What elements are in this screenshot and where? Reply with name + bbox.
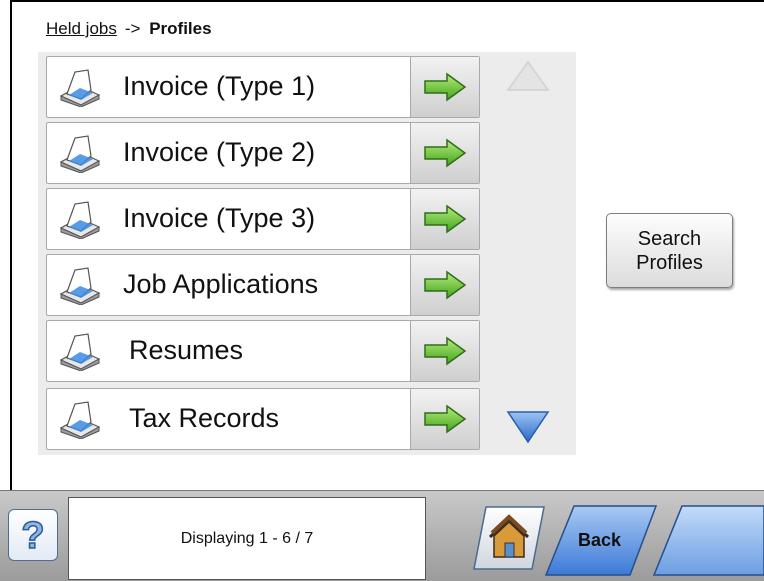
green-arrow-right-icon — [424, 138, 467, 168]
profile-open-button[interactable] — [410, 57, 479, 117]
search-profiles-label: Search Profiles — [636, 227, 703, 274]
status-text: Displaying 1 - 6 / 7 — [180, 529, 314, 547]
profile-row-label: Invoice (Type 1) — [123, 71, 316, 101]
profile-open-button[interactable] — [410, 321, 479, 381]
profile-row-resumes[interactable]: Resumes — [46, 320, 480, 382]
profile-row-label: Tax Records — [129, 403, 280, 433]
printer-panel: Held jobs -> Profiles Invoice (Type 1) I… — [0, 0, 764, 581]
profile-open-button[interactable] — [410, 189, 479, 249]
breadcrumb-held-jobs-link[interactable]: Held jobs — [46, 19, 117, 38]
scanner-icon — [59, 135, 101, 173]
profile-open-button[interactable] — [410, 389, 479, 449]
profile-row-label: Job Applications — [123, 269, 319, 299]
scroll-up-icon[interactable] — [506, 58, 550, 92]
profile-row-body[interactable]: Job Applications — [47, 255, 409, 315]
scanner-icon — [59, 267, 101, 305]
blank-button[interactable] — [652, 503, 764, 577]
scanner-icon — [59, 201, 101, 239]
profile-row-invoice-type-3[interactable]: Invoice (Type 3) — [46, 188, 480, 250]
profile-open-button[interactable] — [410, 123, 479, 183]
breadcrumb-current: Profiles — [149, 19, 212, 38]
profile-row-body[interactable]: Resumes — [47, 321, 409, 381]
scanner-icon — [59, 401, 101, 439]
frame-left-edge — [10, 0, 12, 490]
profile-row-body[interactable]: Invoice (Type 3) — [47, 189, 409, 249]
profile-row-label: Invoice (Type 2) — [123, 137, 316, 167]
back-button-label: Back — [578, 530, 622, 550]
scanner-icon — [59, 333, 101, 371]
profile-row-label: Resumes — [129, 335, 244, 365]
scanner-icon — [59, 69, 101, 107]
status-display: Displaying 1 - 6 / 7 — [68, 497, 426, 580]
home-button[interactable] — [472, 503, 546, 573]
profile-open-button[interactable] — [410, 255, 479, 315]
breadcrumb: Held jobs -> Profiles — [46, 19, 212, 39]
profile-row-label: Invoice (Type 3) — [123, 203, 316, 233]
scroll-down-icon[interactable] — [506, 408, 550, 446]
green-arrow-right-icon — [424, 204, 467, 234]
profile-row-body[interactable]: Invoice (Type 1) — [47, 57, 409, 117]
green-arrow-right-icon — [424, 336, 467, 366]
search-profiles-button[interactable]: Search Profiles — [606, 213, 733, 288]
green-arrow-right-icon — [424, 270, 467, 300]
question-mark-icon: ? — [21, 515, 46, 555]
profile-row-invoice-type-1[interactable]: Invoice (Type 1) — [46, 56, 480, 118]
profile-row-invoice-type-2[interactable]: Invoice (Type 2) — [46, 122, 480, 184]
breadcrumb-separator: -> — [124, 19, 141, 38]
green-arrow-right-icon — [424, 404, 467, 434]
frame-top-edge — [10, 0, 764, 2]
green-arrow-right-icon — [424, 72, 467, 102]
svg-text:?: ? — [21, 515, 44, 555]
help-button[interactable]: ? — [8, 509, 58, 561]
profile-row-body[interactable]: Tax Records — [47, 389, 409, 449]
profile-row-body[interactable]: Invoice (Type 2) — [47, 123, 409, 183]
profile-row-job-applications[interactable]: Job Applications — [46, 254, 480, 316]
profile-row-tax-records[interactable]: Tax Records — [46, 388, 480, 450]
